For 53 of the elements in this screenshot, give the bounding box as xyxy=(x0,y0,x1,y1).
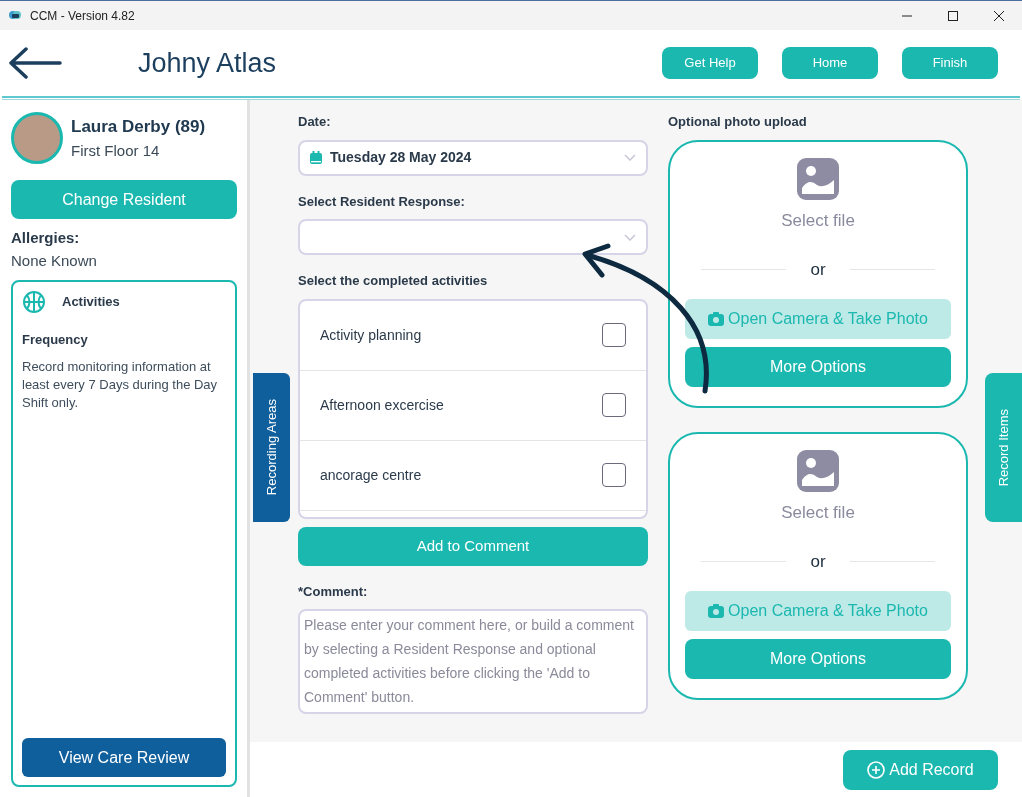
select-file-text[interactable]: Select file xyxy=(781,499,855,525)
basketball-icon xyxy=(22,290,46,314)
side-tab[interactable]: Recording Areas xyxy=(253,373,290,522)
activity-label: Afternoon excercise xyxy=(320,395,444,415)
allergies-label: Allergies: xyxy=(11,228,81,248)
add-to-comment-button[interactable]: Add to Comment xyxy=(298,526,648,566)
window-title: CCM - Version 4.82 xyxy=(30,7,135,25)
header-button[interactable]: Finish xyxy=(902,47,998,79)
response-label: Select Resident Response: xyxy=(298,192,466,211)
close-icon[interactable] xyxy=(994,10,1004,21)
chevron-down-icon xyxy=(624,154,636,161)
photo-upload-label: Optional photo upload xyxy=(668,113,808,131)
maximize-icon[interactable] xyxy=(948,10,958,21)
header-button[interactable]: Get Help xyxy=(662,47,758,79)
or-separator: or xyxy=(810,551,826,573)
date-value: Tuesday 28 May 2024 xyxy=(330,148,472,167)
or-separator: or xyxy=(810,259,826,281)
back-arrow-icon[interactable] xyxy=(8,47,62,79)
date-label: Date: xyxy=(298,113,332,131)
frequency-text: Record monitoring information at least every 7 Days during the Day Shift only. xyxy=(22,357,219,412)
chevron-down-icon xyxy=(624,233,636,241)
more-options-button[interactable]: More Options xyxy=(685,346,951,387)
select-file-text[interactable]: Select file xyxy=(781,207,855,233)
camera-icon xyxy=(708,311,725,326)
add-record-button[interactable]: Add Record xyxy=(843,749,998,790)
plus-circle-icon xyxy=(867,760,886,779)
care-plan-title: Activities xyxy=(62,293,120,312)
open-camera-button[interactable]: Open Camera & Take Photo xyxy=(685,590,951,631)
checkbox[interactable] xyxy=(602,463,626,487)
camera-icon xyxy=(708,603,725,618)
more-options-button[interactable]: More Options xyxy=(685,638,951,679)
open-camera-button[interactable]: Open Camera & Take Photo xyxy=(685,298,951,339)
comment-label: *Comment: xyxy=(298,582,369,601)
resident-location: First Floor 14 xyxy=(71,140,161,161)
image-icon[interactable] xyxy=(797,157,839,200)
activity-label: Activity planning xyxy=(320,325,422,345)
avatar-placeholder xyxy=(11,112,63,164)
header-button[interactable]: Home xyxy=(782,47,878,79)
allergies-value: None Known xyxy=(11,250,98,271)
change-resident-button[interactable]: Change Resident xyxy=(11,180,237,219)
page-title: Johny Atlas xyxy=(138,46,277,80)
view-care-review-button[interactable]: View Care Review xyxy=(22,738,226,777)
date-select[interactable]: Tuesday 28 May 2024 xyxy=(298,139,648,176)
activities-label: Select the completed activities xyxy=(298,272,489,290)
frequency-label: Frequency xyxy=(22,331,89,349)
comment-field[interactable]: Please enter your comment here, or build a comment by selecting a Resident Response and optional completed activities before clicking the 'Add to Comment' button. xyxy=(298,609,648,714)
side-tab[interactable]: Record Items xyxy=(985,373,1022,522)
image-icon[interactable] xyxy=(797,449,839,492)
checkbox[interactable] xyxy=(602,323,626,347)
checkbox[interactable] xyxy=(602,393,626,417)
resident-name: Laura Derby (89) xyxy=(71,116,206,138)
activity-label: ancorage centre xyxy=(320,465,422,485)
calendar-icon xyxy=(310,151,322,164)
